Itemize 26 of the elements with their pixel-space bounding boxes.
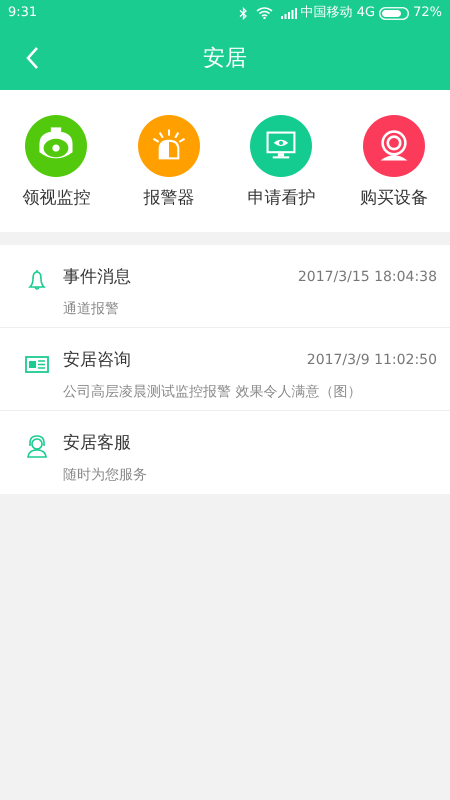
page-title: 安居 (203, 44, 247, 72)
message-title: 事件消息 (63, 266, 131, 289)
message-row[interactable]: 事件消息 2017/3/15 18:04:38 通道报警 (0, 245, 450, 328)
message-row[interactable]: 安居咨询 2017/3/9 11:02:50 公司高层凌晨测试监控报警 效果令人满意（图） (0, 328, 450, 411)
message-subtitle: 公司高层凌晨测试监控报警 效果令人满意（图） (63, 382, 362, 402)
shortcut-button[interactable]: 申请看护 (225, 115, 338, 232)
shortcut-button[interactable]: 领视监控 (0, 115, 112, 232)
network-type: 4G (356, 4, 376, 22)
battery-percent: 72% (413, 4, 442, 22)
message-title: 安居咨询 (63, 349, 131, 372)
shortcut-button[interactable]: 报警器 (112, 115, 225, 232)
message-time: 2017/3/9 11:02:50 (306, 351, 437, 370)
back-icon (25, 46, 39, 70)
message-time: 2017/3/15 18:04:38 (298, 268, 437, 288)
bluetooth-icon (238, 6, 248, 20)
wifi-icon (256, 7, 273, 19)
battery-icon (379, 6, 410, 20)
message-subtitle: 随时为您服务 (63, 466, 148, 484)
shortcut-button[interactable]: 购买设备 (338, 115, 450, 232)
signal-icon (280, 8, 297, 18)
carrier-name: 中国移动 (300, 4, 353, 22)
message-subtitle: 通道报警 (63, 300, 120, 318)
message-row[interactable]: 安居客服 随时为您服务 (0, 411, 450, 494)
status-time: 9:31 (8, 4, 38, 22)
message-title: 安居客服 (63, 432, 131, 455)
headset-person-icon (24, 434, 50, 460)
